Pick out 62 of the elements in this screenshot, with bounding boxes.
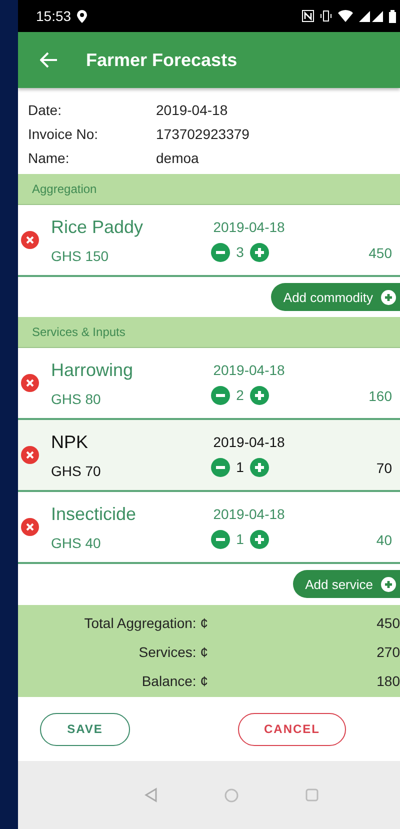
item-price: GHS 150	[51, 248, 110, 264]
minus-icon[interactable]	[211, 458, 230, 476]
remove-icon[interactable]	[21, 446, 39, 464]
plus-icon[interactable]	[250, 530, 269, 548]
item-quantity: 2	[236, 387, 244, 403]
item-amount: 450	[368, 245, 393, 263]
total-value: 270	[376, 644, 400, 660]
item-date: 2019-04-18	[213, 506, 285, 522]
save-button[interactable]: SAVE	[40, 712, 130, 746]
item-quantity: 3	[236, 244, 244, 260]
item-quantity: 1	[236, 459, 244, 475]
item-amount: 160	[368, 388, 393, 406]
minus-icon[interactable]	[211, 530, 230, 548]
plus-icon	[381, 576, 396, 592]
plus-icon[interactable]	[250, 386, 269, 404]
back-arrow-icon[interactable]	[40, 52, 58, 68]
info-label: Invoice No:	[28, 126, 100, 142]
total-label: Total Aggregation: ¢	[83, 615, 208, 631]
minus-icon[interactable]	[211, 386, 230, 404]
vibrate-icon	[320, 10, 332, 22]
total-value: 450	[376, 615, 400, 631]
cancel-button[interactable]: CANCEL	[238, 712, 346, 746]
remove-icon[interactable]	[21, 374, 39, 392]
battery-icon	[389, 10, 396, 22]
info-label: Date:	[28, 102, 62, 118]
item-quantity: 1	[236, 531, 244, 547]
total-label: Balance: ¢	[140, 673, 208, 689]
item-amount: 70	[375, 460, 393, 478]
add-button[interactable]: Add commodity	[271, 283, 400, 311]
item-name: NPK	[51, 432, 90, 452]
item-date: 2019-04-18	[213, 434, 285, 450]
section-header: Services & Inputs	[18, 317, 400, 348]
status-time: 15:53	[36, 8, 72, 24]
section-header: Aggregation	[18, 174, 400, 205]
item-name: Insecticide	[51, 504, 138, 524]
minus-icon[interactable]	[211, 242, 230, 262]
wifi-icon	[338, 10, 353, 22]
location-icon	[77, 10, 88, 22]
back-icon[interactable]	[144, 787, 158, 803]
total-value: 180	[376, 673, 400, 689]
remove-icon[interactable]	[21, 518, 39, 536]
plus-icon[interactable]	[250, 458, 269, 476]
remove-icon[interactable]	[21, 231, 39, 249]
info-value: demoa	[156, 150, 199, 166]
item-price: GHS 70	[51, 462, 102, 478]
item-date: 2019-04-18	[213, 362, 285, 378]
info-value: 173702923379	[156, 126, 250, 142]
item-amount: 40	[375, 532, 393, 550]
total-label: Services: ¢	[138, 644, 208, 660]
nfc-icon	[302, 10, 314, 22]
info-label: Name:	[28, 150, 70, 166]
item-price: GHS 40	[51, 534, 102, 550]
add-button[interactable]: Add service	[293, 570, 400, 598]
plus-icon	[381, 290, 396, 304]
info-value: 2019-04-18	[156, 102, 228, 118]
app-title: Farmer Forecasts	[86, 50, 238, 70]
item-name: Rice Paddy	[51, 216, 144, 238]
item-date: 2019-04-18	[213, 218, 285, 234]
plus-icon[interactable]	[250, 242, 269, 262]
item-name: Harrowing	[51, 360, 134, 380]
item-price: GHS 80	[51, 390, 102, 406]
signal-icon	[359, 10, 383, 22]
